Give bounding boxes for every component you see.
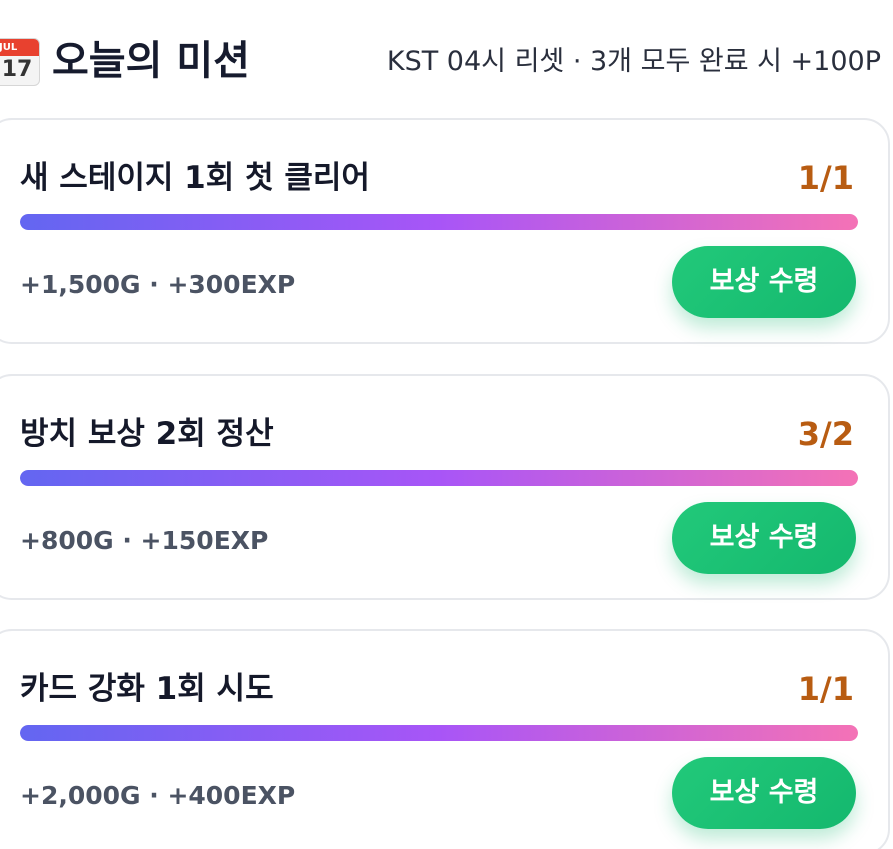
mission-count: 1/1: [797, 159, 854, 197]
mission-card: 카드 강화 1회 시도 1/1 +2,000G · +400EXP 보상 수령: [0, 629, 890, 849]
reset-info: KST 04시 리셋 · 3개 모두 완료 시 +100P: [386, 46, 881, 77]
calendar-icon: JUL 17: [0, 38, 40, 86]
mission-progress-fill: [20, 214, 858, 230]
mission-reward: +800G · +150EXP: [20, 526, 269, 555]
mission-progress-fill: [20, 470, 858, 486]
mission-progress-bar: [20, 214, 858, 230]
mission-progress-bar: [20, 470, 858, 486]
mission-count: 1/1: [797, 670, 854, 708]
mission-title: 카드 강화 1회 시도: [20, 671, 274, 707]
mission-card: 방치 보상 2회 정산 3/2 +800G · +150EXP 보상 수령: [0, 374, 890, 600]
missions-header: JUL 17 오늘의 미션 KST 04시 리셋 · 3개 모두 완료 시 +1…: [0, 26, 893, 96]
claim-reward-button[interactable]: 보상 수령: [672, 246, 856, 318]
calendar-icon-day: 17: [1, 57, 33, 82]
claim-reward-button[interactable]: 보상 수령: [672, 502, 856, 574]
mission-card: 새 스테이지 1회 첫 클리어 1/1 +1,500G · +300EXP 보상…: [0, 118, 890, 344]
page-title: 오늘의 미션: [52, 38, 250, 84]
mission-progress-bar: [20, 725, 858, 741]
mission-progress-fill: [20, 725, 858, 741]
claim-reward-button[interactable]: 보상 수령: [672, 757, 856, 829]
daily-missions-page: JUL 17 오늘의 미션 KST 04시 리셋 · 3개 모두 완료 시 +1…: [0, 0, 893, 849]
mission-reward: +2,000G · +400EXP: [20, 781, 296, 810]
mission-title: 새 스테이지 1회 첫 클리어: [20, 160, 370, 196]
mission-count: 3/2: [797, 415, 854, 453]
mission-reward: +1,500G · +300EXP: [20, 270, 296, 299]
mission-title: 방치 보상 2회 정산: [20, 416, 274, 452]
calendar-icon-month: JUL: [0, 39, 39, 56]
